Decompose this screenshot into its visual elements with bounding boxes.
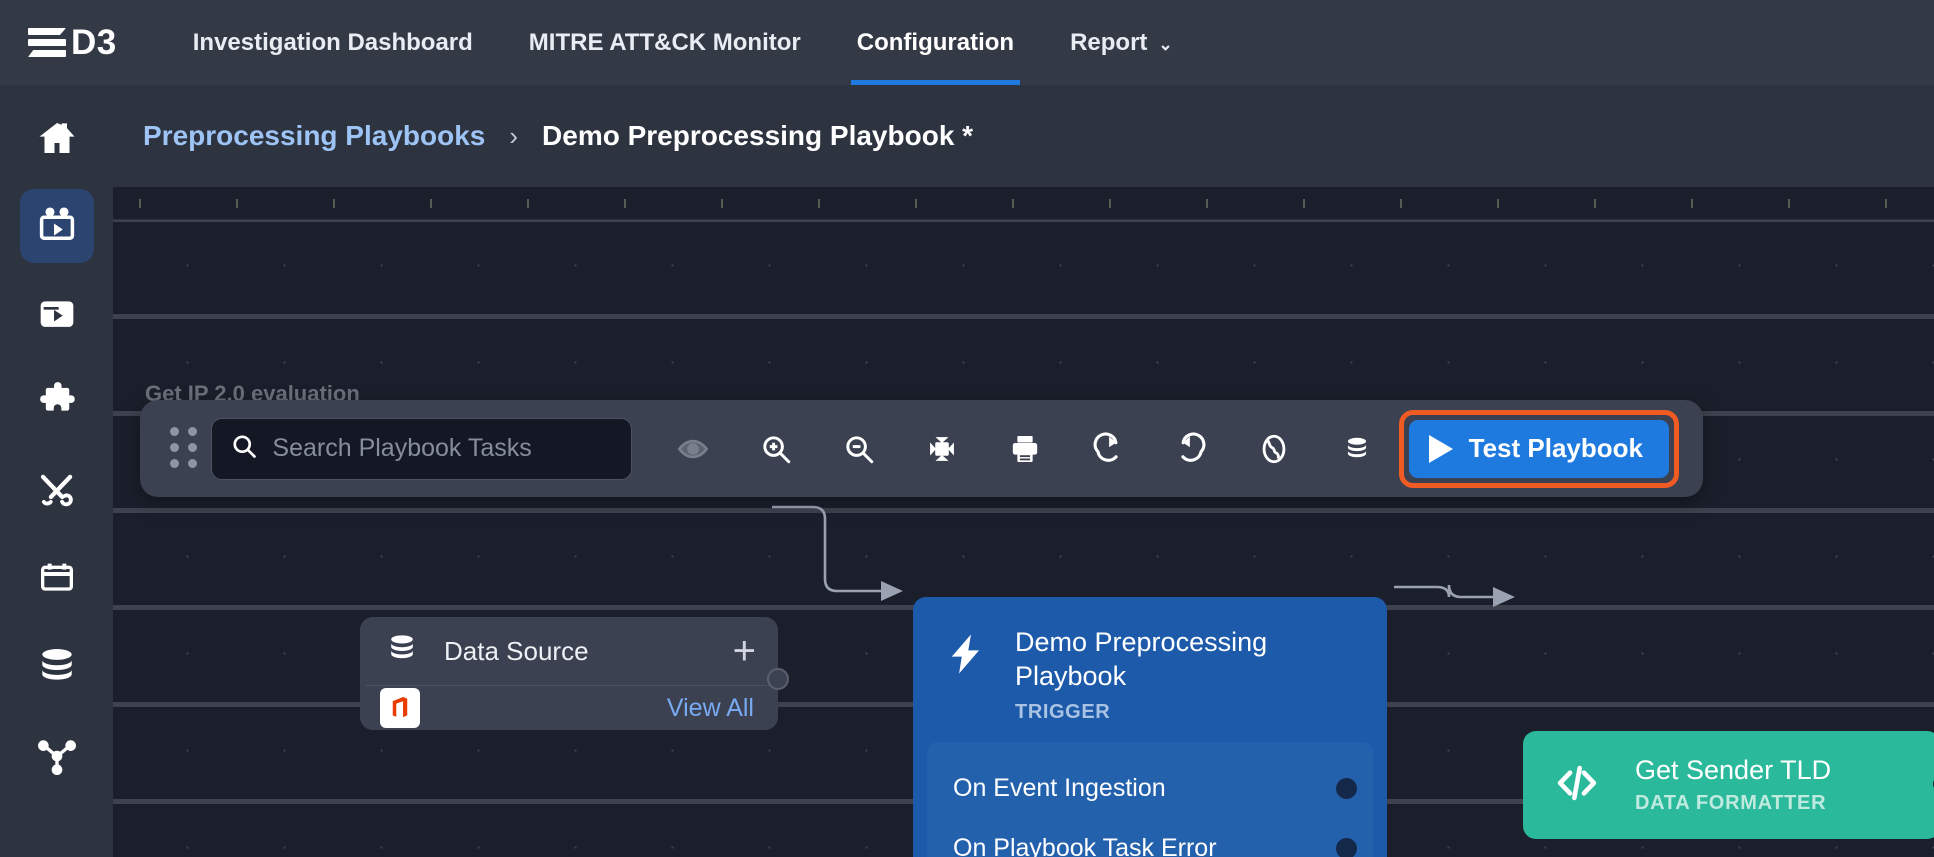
trigger-list: On Event Ingestion On Playbook Task Erro… bbox=[927, 742, 1373, 857]
data-source-title: Data Source bbox=[444, 635, 589, 666]
search-input[interactable] bbox=[272, 434, 613, 463]
nav-items: Investigation Dashboard MITRE ATT&CK Mon… bbox=[165, 0, 1201, 85]
trigger-row-label: On Playbook Task Error bbox=[953, 833, 1217, 857]
trigger-row-on-event-ingestion[interactable]: On Event Ingestion bbox=[927, 758, 1373, 818]
nav-item-report[interactable]: Report ⌄ bbox=[1042, 0, 1201, 85]
data-formatter-text: Get Sender TLD DATA FORMATTER bbox=[1635, 755, 1831, 815]
data-formatter-output-port[interactable] bbox=[1930, 773, 1934, 795]
sidebar-item-home[interactable] bbox=[20, 101, 94, 175]
zoom-in-icon[interactable] bbox=[735, 414, 818, 484]
data-formatter-node[interactable]: Get Sender TLD DATA FORMATTER bbox=[1523, 731, 1934, 839]
data-source-footer: View All bbox=[360, 686, 778, 730]
sidebar-item-integrations[interactable] bbox=[20, 365, 94, 439]
nav-item-configuration[interactable]: Configuration bbox=[829, 0, 1042, 85]
home-icon bbox=[35, 118, 79, 158]
add-data-source-button[interactable]: + bbox=[733, 631, 756, 671]
d3-logo-text: D3 bbox=[71, 22, 117, 62]
sidebar-item-utilities[interactable] bbox=[20, 453, 94, 527]
canvas-toolbar: Test Playbook bbox=[140, 400, 1703, 497]
data-source-node[interactable]: Data Source + View All bbox=[360, 617, 789, 730]
nav-item-investigation-dashboard[interactable]: Investigation Dashboard bbox=[165, 0, 501, 85]
page-header: Preprocessing Playbooks › Demo Preproces… bbox=[113, 85, 1934, 187]
d3-logo[interactable]: D3 bbox=[28, 23, 117, 63]
playbook-library-icon bbox=[35, 294, 79, 334]
data-formatter-subtitle: DATA FORMATTER bbox=[1635, 792, 1827, 814]
undo-icon[interactable] bbox=[1150, 414, 1233, 484]
sidebar-item-relationships[interactable] bbox=[20, 717, 94, 791]
trigger-header: Demo Preprocessing Playbook TRIGGER bbox=[927, 611, 1373, 742]
database-icon bbox=[384, 631, 420, 672]
data-source-header: Data Source + bbox=[360, 617, 778, 685]
page-title: Demo Preprocessing Playbook * bbox=[542, 120, 974, 151]
d3-logo-bars-icon bbox=[28, 28, 66, 57]
test-playbook-label: Test Playbook bbox=[1468, 433, 1643, 463]
trigger-subtitle: TRIGGER bbox=[1015, 701, 1111, 724]
nav-label: MITRE ATT&CK Monitor bbox=[528, 28, 801, 56]
trigger-header-text: Demo Preprocessing Playbook TRIGGER bbox=[1015, 625, 1363, 724]
trigger-node[interactable]: Demo Preprocessing Playbook TRIGGER On E… bbox=[913, 597, 1387, 857]
left-sidebar bbox=[0, 85, 113, 857]
test-playbook-button[interactable]: Test Playbook bbox=[1408, 419, 1669, 478]
breadcrumb: Preprocessing Playbooks › Demo Preproces… bbox=[143, 120, 973, 152]
trigger-output-port[interactable] bbox=[1336, 837, 1357, 857]
data-formatter-title: Get Sender TLD bbox=[1635, 755, 1832, 785]
nav-label: Configuration bbox=[856, 28, 1015, 56]
print-icon[interactable] bbox=[984, 414, 1067, 484]
lightning-bolt-icon bbox=[943, 625, 989, 688]
toolbar-tools bbox=[652, 414, 1399, 484]
nav-label: Investigation Dashboard bbox=[192, 28, 473, 56]
network-share-icon bbox=[35, 733, 79, 775]
redo-icon[interactable] bbox=[1067, 414, 1150, 484]
database-icon bbox=[35, 645, 79, 687]
tools-icon bbox=[35, 469, 79, 511]
globe-icon[interactable] bbox=[1233, 414, 1316, 484]
trigger-row-on-playbook-task-error[interactable]: On Playbook Task Error bbox=[927, 818, 1373, 857]
fit-to-screen-icon[interactable] bbox=[901, 414, 984, 484]
top-navigation-bar: D3 Investigation Dashboard MITRE ATT&CK … bbox=[0, 0, 1934, 85]
trigger-row-label: On Event Ingestion bbox=[953, 773, 1166, 802]
play-icon bbox=[1428, 434, 1453, 463]
playbook-canvas[interactable]: Get IP 2.0 evaluation Search Playbook Ta… bbox=[113, 187, 1934, 857]
canvas-ruler bbox=[113, 187, 1934, 220]
toolbar-drag-handle[interactable] bbox=[170, 426, 199, 471]
nav-item-mitre-attack-monitor[interactable]: MITRE ATT&CK Monitor bbox=[501, 0, 829, 85]
puzzle-piece-icon bbox=[35, 381, 79, 423]
breadcrumb-parent-link[interactable]: Preprocessing Playbooks bbox=[143, 120, 485, 152]
office365-icon bbox=[380, 688, 420, 728]
sidebar-item-playbooks[interactable] bbox=[19, 189, 94, 263]
search-playbook-tasks-box[interactable] bbox=[211, 417, 632, 480]
view-all-link[interactable]: View All bbox=[667, 694, 754, 723]
breadcrumb-separator-icon: › bbox=[509, 120, 519, 151]
playbook-board-icon bbox=[35, 205, 79, 247]
sidebar-item-data-sources[interactable] bbox=[20, 629, 94, 703]
app-root: D3 Investigation Dashboard MITRE ATT&CK … bbox=[0, 0, 1934, 857]
search-icon bbox=[230, 432, 258, 465]
test-playbook-highlight: Test Playbook bbox=[1398, 409, 1679, 488]
calendar-icon bbox=[35, 558, 79, 598]
zoom-out-icon[interactable] bbox=[818, 414, 901, 484]
nav-label: Report bbox=[1070, 28, 1148, 56]
database-icon[interactable] bbox=[1316, 414, 1399, 484]
code-icon bbox=[1549, 760, 1605, 811]
trigger-title: Demo Preprocessing Playbook bbox=[1015, 627, 1268, 692]
trigger-output-port[interactable] bbox=[1336, 777, 1357, 799]
data-source-output-port[interactable] bbox=[767, 668, 789, 690]
sidebar-item-playbook-library[interactable] bbox=[20, 277, 94, 351]
chevron-down-icon: ⌄ bbox=[1158, 34, 1173, 54]
sidebar-item-schedules[interactable] bbox=[20, 541, 94, 615]
visibility-icon[interactable] bbox=[652, 414, 735, 484]
